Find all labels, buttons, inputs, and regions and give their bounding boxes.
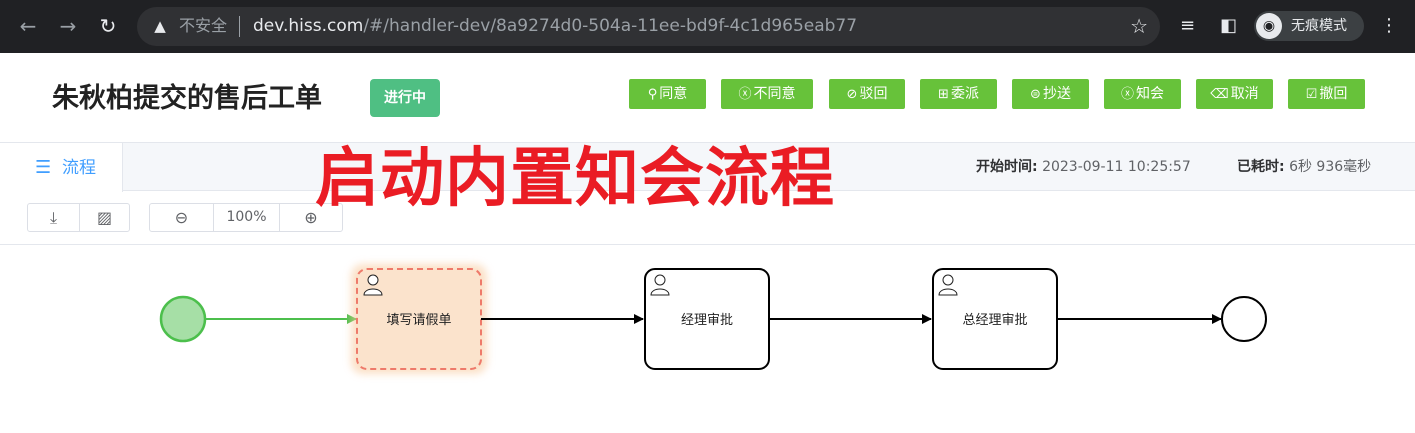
status-badge: 进行中	[370, 79, 440, 117]
incognito-icon: ◉	[1256, 13, 1282, 39]
process-diagram: 填写请假单 经理审批 总经理审批	[159, 264, 1267, 374]
notify-label: 知会	[1136, 86, 1164, 102]
annotation-text: 启动内置知会流程	[315, 142, 835, 216]
back-arrow-icon[interactable]: ←	[13, 11, 43, 41]
zoom-level[interactable]: 100%	[214, 204, 279, 231]
reject-button[interactable]: ⊘ 驳回	[829, 79, 905, 109]
withdraw-button[interactable]: ☑ 撤回	[1288, 79, 1365, 109]
reload-icon[interactable]: ↻	[93, 11, 123, 41]
x-circle-icon: ⓧ	[738, 87, 752, 102]
cc-button[interactable]: ⊜ 抄送	[1012, 79, 1089, 109]
task-node-gm-approval[interactable]: 总经理审批	[932, 268, 1058, 370]
export-toolbar: ⤓ ▨	[27, 203, 130, 232]
reject-label: 驳回	[859, 86, 888, 102]
incognito-indicator[interactable]: ◉ 无痕模式	[1254, 11, 1364, 41]
x-circle-icon: ⓧ	[1120, 87, 1134, 102]
url-text[interactable]: dev.hiss.com/#/handler-dev/8a9274d0-504a…	[253, 16, 857, 36]
address-bar[interactable]: ▲ 不安全 dev.hiss.com/#/handler-dev/8a9274d…	[137, 7, 1160, 46]
stamp-icon: ⚲	[647, 87, 658, 102]
disagree-label: 不同意	[753, 86, 796, 102]
end-event[interactable]	[1221, 296, 1267, 342]
delegate-button[interactable]: ⊞ 委派	[920, 79, 997, 109]
side-panel-icon[interactable]: ◧	[1220, 14, 1237, 38]
notify-button[interactable]: ⓧ 知会	[1104, 79, 1181, 109]
download-icon[interactable]: ⤓	[28, 204, 79, 231]
start-time-value: 2023-09-11 10:25:57	[1042, 159, 1191, 175]
cancel-label: 取消	[1230, 86, 1259, 102]
approve-label: 同意	[659, 86, 688, 102]
zoom-toolbar: ⊖ 100% ⊕	[149, 203, 343, 232]
backspace-icon: ⌫	[1210, 87, 1229, 102]
address-divider	[239, 16, 240, 37]
warning-icon[interactable]: ▲	[151, 17, 169, 35]
more-menu-icon[interactable]: ⋮	[1380, 14, 1398, 38]
approve-button[interactable]: ⚲ 同意	[629, 79, 706, 109]
tab-process-label: 流程	[62, 158, 96, 178]
url-path: /#/handler-dev/8a9274d0-504a-11ee-bd9f-4…	[363, 16, 858, 36]
task-label: 填写请假单	[386, 313, 451, 328]
insecure-label[interactable]: 不安全	[179, 16, 227, 36]
cancel-button[interactable]: ⌫ 取消	[1196, 79, 1273, 109]
start-time: 开始时间: 2023-09-11 10:25:57	[976, 158, 1191, 176]
task-label: 经理审批	[681, 313, 733, 328]
elapsed-time: 已耗时: 6秒 936毫秒	[1237, 158, 1371, 176]
zoom-out-icon[interactable]: ⊖	[150, 204, 213, 231]
browser-toolbar: ← → ↻ ▲ 不安全 dev.hiss.com/#/handler-dev/8…	[0, 0, 1415, 53]
forward-arrow-icon[interactable]: →	[53, 11, 83, 41]
start-event[interactable]	[159, 295, 207, 343]
disagree-button[interactable]: ⓧ 不同意	[721, 79, 813, 109]
withdraw-label: 撤回	[1319, 86, 1348, 102]
page-title: 朱秋柏提交的售后工单	[52, 83, 322, 114]
bookmark-star-icon[interactable]: ☆	[1130, 15, 1148, 37]
delegate-label: 委派	[950, 86, 979, 102]
tab-process[interactable]: ☰ 流程	[0, 142, 123, 192]
task-label: 总经理审批	[962, 313, 1027, 328]
copy-circle-icon: ⊜	[1030, 87, 1041, 102]
elapsed-label: 已耗时:	[1237, 159, 1285, 175]
task-node-manager-approval[interactable]: 经理审批	[644, 268, 770, 370]
cc-label: 抄送	[1042, 86, 1071, 102]
url-host: dev.hiss.com	[253, 16, 364, 36]
image-icon[interactable]: ▨	[80, 204, 129, 231]
edit-box-icon: ☑	[1305, 87, 1318, 102]
sliders-icon: ☰	[35, 157, 52, 178]
grid-icon: ⊞	[938, 87, 949, 102]
eye-off-icon: ⊘	[846, 87, 858, 102]
incognito-label: 无痕模式	[1291, 18, 1347, 34]
start-time-label: 开始时间:	[976, 159, 1038, 175]
elapsed-value: 6秒 936毫秒	[1289, 159, 1372, 175]
task-node-fill-form[interactable]: 填写请假单	[351, 264, 487, 374]
media-queue-icon[interactable]: ≡	[1180, 14, 1195, 38]
user-task-icon	[363, 274, 383, 296]
